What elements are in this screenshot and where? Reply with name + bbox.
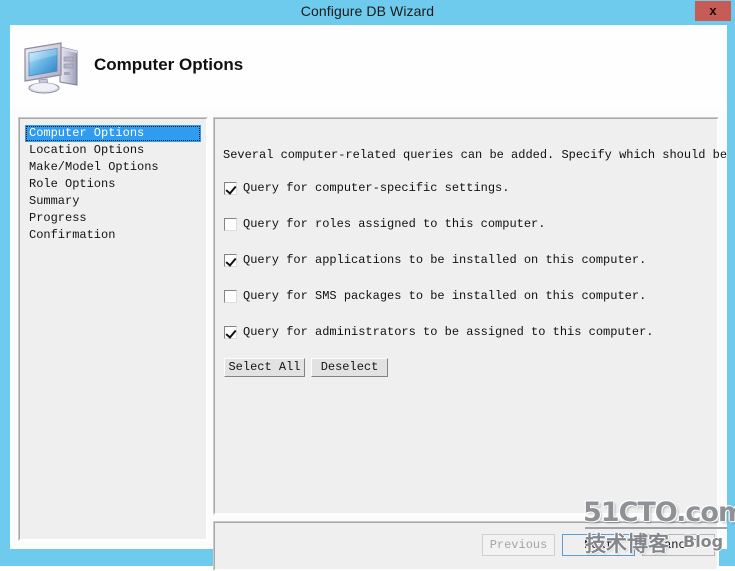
title-bar: Configure DB Wizard x (0, 0, 735, 22)
option-label: Query for roles assigned to this compute… (243, 217, 546, 231)
option-administrators-assigned[interactable]: Query for administrators to be assigned … (224, 324, 653, 340)
select-all-button[interactable]: Select All (224, 358, 305, 377)
next-button[interactable]: Next (562, 534, 635, 556)
close-button[interactable]: x (695, 1, 731, 21)
option-label: Query for applications to be installed o… (243, 253, 647, 267)
sidebar-item-computer-options[interactable]: Computer Options (25, 125, 201, 142)
checkbox-administrators-assigned[interactable] (224, 325, 237, 339)
option-applications-installed[interactable]: Query for applications to be installed o… (224, 252, 646, 268)
sidebar-item-progress[interactable]: Progress (25, 210, 201, 227)
option-label: Query for administrators to be assigned … (243, 325, 654, 339)
sidebar-item-confirmation[interactable]: Confirmation (25, 227, 201, 244)
options-panel: Several computer-related queries can be … (213, 117, 735, 515)
option-roles-assigned[interactable]: Query for roles assigned to this compute… (224, 216, 545, 232)
window-title: Configure DB Wizard (300, 3, 435, 19)
checkbox-computer-specific-settings[interactable] (224, 181, 237, 195)
wizard-window: Configure DB Wizard x Computer Options C… (0, 0, 735, 571)
sidebar-item-summary[interactable]: Summary (25, 193, 201, 210)
computer-icon (20, 35, 84, 97)
option-label: Query for SMS packages to be installed o… (243, 289, 647, 303)
page-title: Computer Options (94, 55, 244, 74)
intro-text: Several computer-related queries can be … (223, 148, 735, 162)
wizard-step-list: Computer Options Location Options Make/M… (25, 125, 201, 244)
deselect-button[interactable]: Deselect (311, 358, 388, 377)
option-label: Query for computer-specific settings. (243, 181, 510, 195)
option-sms-packages[interactable]: Query for SMS packages to be installed o… (224, 288, 646, 304)
footer-panel: Previous Next Cancel (213, 521, 719, 571)
checkbox-roles-assigned[interactable] (224, 217, 237, 231)
option-computer-specific-settings[interactable]: Query for computer-specific settings. (224, 180, 509, 196)
checkbox-applications-installed[interactable] (224, 253, 237, 267)
client-area: Computer Options Computer Options Locati… (10, 25, 735, 571)
sidebar-item-location-options[interactable]: Location Options (25, 142, 201, 159)
cancel-button[interactable]: Cancel (642, 534, 715, 556)
page-header: Computer Options (10, 25, 727, 109)
sidebar-item-make-model-options[interactable]: Make/Model Options (25, 159, 201, 176)
sidebar-item-role-options[interactable]: Role Options (25, 176, 201, 193)
wizard-step-panel: Computer Options Location Options Make/M… (18, 117, 208, 541)
previous-button[interactable]: Previous (482, 534, 555, 556)
checkbox-sms-packages[interactable] (224, 289, 237, 303)
